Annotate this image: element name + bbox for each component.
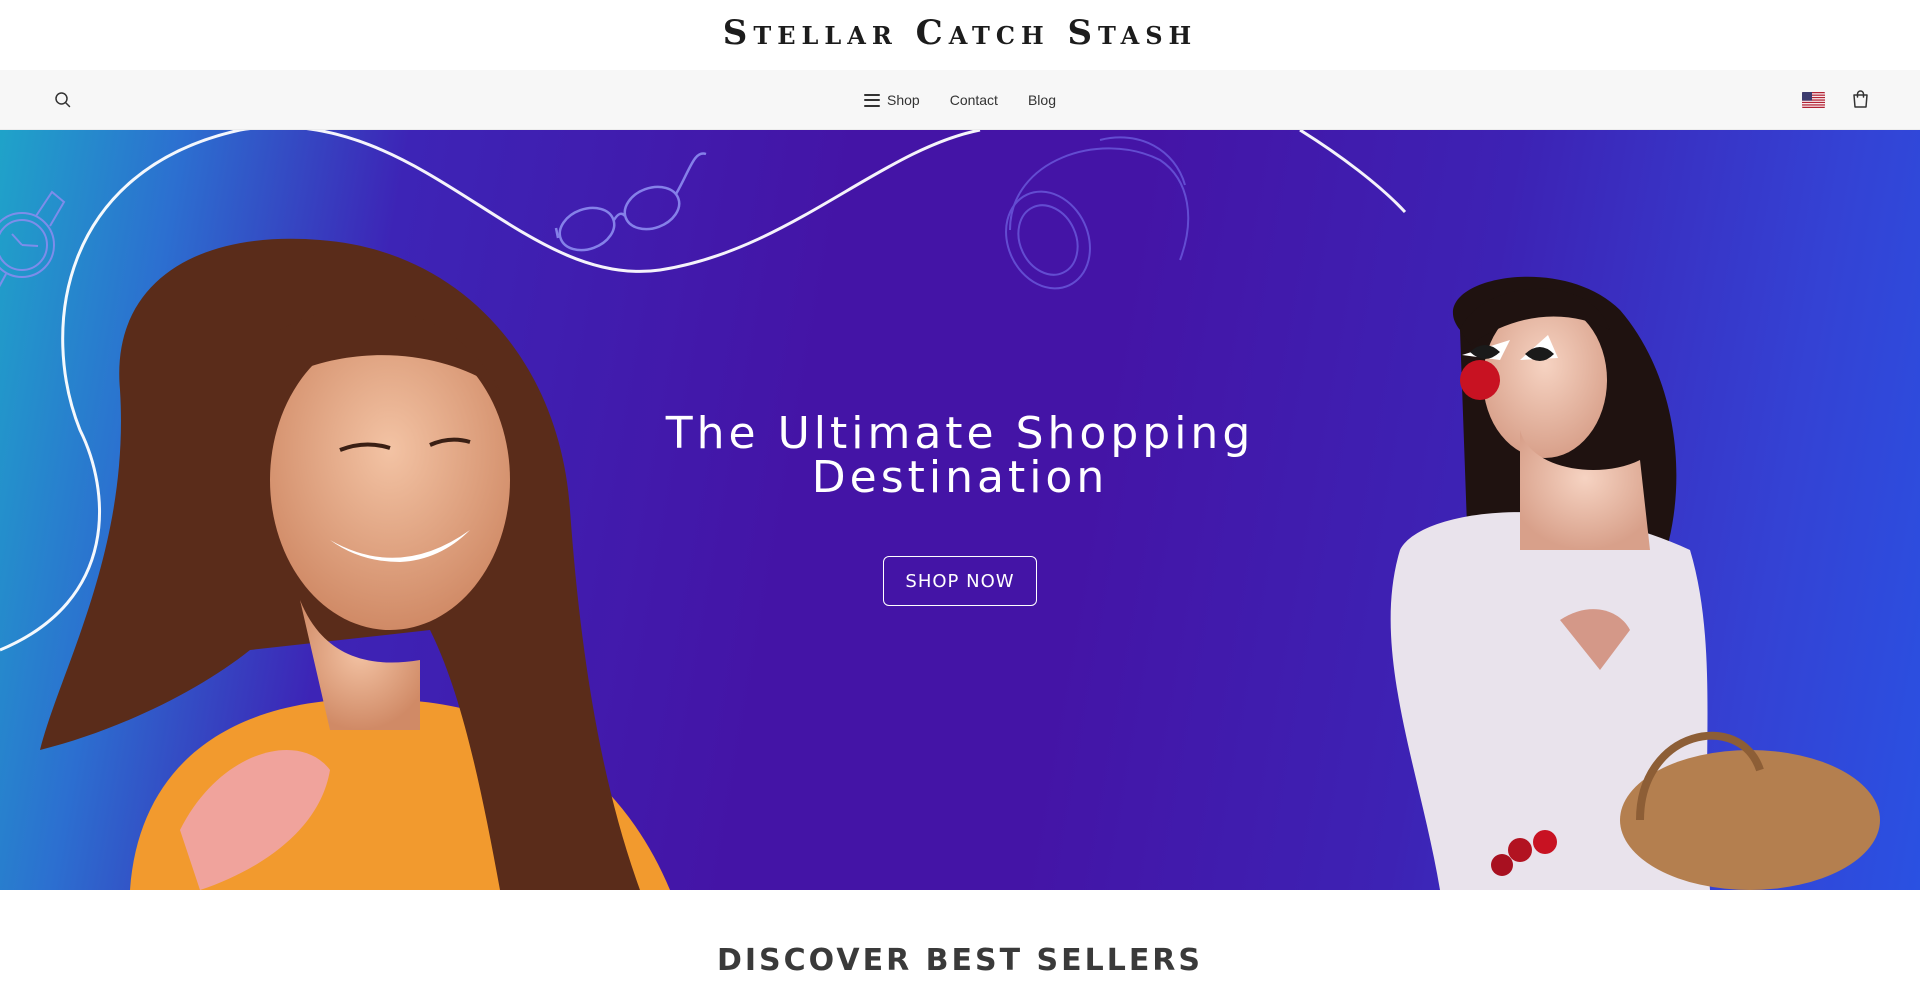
- hero-headline-line: The Ultimate Shopping: [665, 408, 1255, 459]
- nav-item-contact[interactable]: Contact: [950, 92, 998, 108]
- nav-item-label: Blog: [1027, 92, 1056, 108]
- left-model-figure: [40, 238, 670, 890]
- main-navigation: Shop Contact Blog: [0, 70, 1920, 130]
- hero-headline: The Ultimate Shopping Destination: [560, 412, 1360, 500]
- hero-headline-line: Destination: [811, 452, 1109, 503]
- menu-icon: [864, 93, 880, 107]
- nav-item-label: Contact: [949, 92, 998, 108]
- sunglasses-doodle: [554, 152, 707, 252]
- nav-item-label: Shop: [887, 92, 920, 108]
- right-model-figure: [1390, 276, 1880, 890]
- nav-item-shop[interactable]: Shop: [864, 92, 920, 108]
- best-sellers-section: DISCOVER BEST SELLERS: [0, 890, 1920, 993]
- nav-item-blog[interactable]: Blog: [1028, 92, 1056, 108]
- brand-header: Stellar Catch Stash: [0, 0, 1920, 70]
- watch-doodle: [0, 190, 66, 288]
- headphones-doodle: [1005, 136, 1190, 290]
- nav-links: Shop Contact Blog: [0, 70, 1920, 130]
- hero-copy: The Ultimate Shopping Destination: [560, 412, 1360, 500]
- shop-now-button[interactable]: SHOP NOW: [883, 556, 1037, 606]
- site-logo[interactable]: Stellar Catch Stash: [723, 13, 1197, 53]
- hero-banner: The Ultimate Shopping Destination SHOP N…: [0, 130, 1920, 890]
- section-title: DISCOVER BEST SELLERS: [716, 943, 1204, 978]
- hero-illustration: [0, 130, 1880, 890]
- shopping-bag-icon[interactable]: [1851, 89, 1870, 109]
- us-flag-icon[interactable]: [1802, 92, 1825, 108]
